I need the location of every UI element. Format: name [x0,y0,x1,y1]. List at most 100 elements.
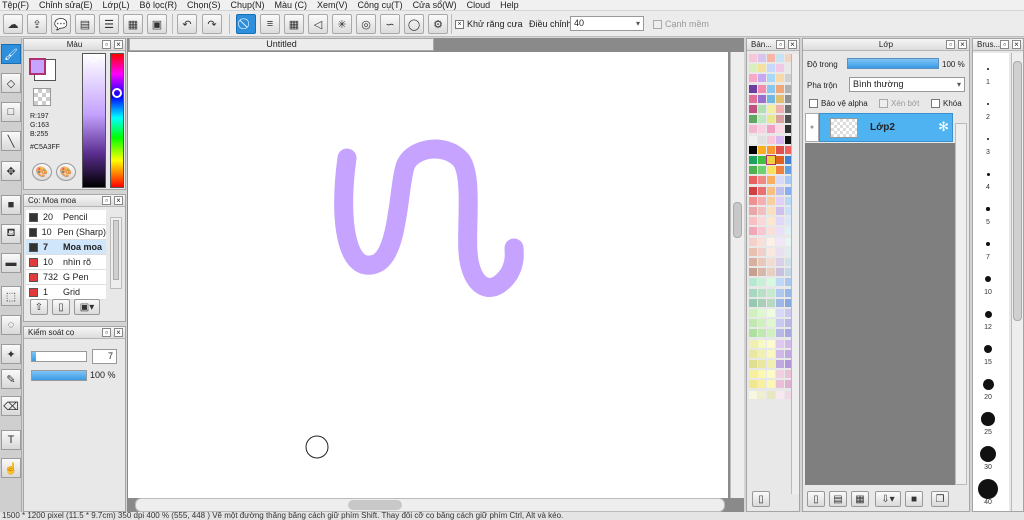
palette-swatch[interactable] [776,145,784,154]
brush-size-dot[interactable] [983,344,993,354]
palette-swatch[interactable] [749,64,757,73]
new-raster-layer-icon[interactable]: ▤ [829,491,847,507]
palette-swatch[interactable] [767,329,775,338]
adjust-dropdown[interactable]: 40 [570,16,644,31]
palette-swatch[interactable] [758,156,766,164]
palette-swatch[interactable] [758,298,766,307]
snap-cross-icon[interactable]: ▦ [284,14,304,34]
palette-swatch[interactable] [767,247,775,256]
palette-swatch[interactable] [767,84,775,93]
layer-visibility-icon[interactable]: ● [805,113,819,142]
palette-swatch[interactable] [767,380,775,389]
menu-item[interactable]: Lớp(L) [103,0,130,10]
palette-swatch[interactable] [749,196,757,205]
palette-swatch[interactable] [776,156,784,164]
palette-swatch[interactable] [749,258,757,266]
list-icon[interactable]: ☰ [99,14,119,34]
palette-swatch[interactable] [749,186,757,195]
palette-swatch[interactable] [749,145,757,154]
panel-close-icon[interactable]: × [114,196,123,205]
brush-size-dot[interactable] [986,137,990,141]
palette-swatch[interactable] [749,247,757,256]
palette-swatch[interactable] [758,145,766,154]
palette-swatch[interactable] [758,360,766,368]
palette-swatch[interactable] [776,94,784,103]
layer-add-menu-icon[interactable]: ⇩▾ [875,491,901,507]
lasso-tool-icon[interactable]: ◌ [1,315,21,335]
palette-swatch[interactable] [767,309,775,317]
palette-swatch[interactable] [767,339,775,348]
soft-edge-toggle[interactable]: Cạnh mềm [653,19,709,29]
palette-swatch[interactable] [749,319,757,328]
palette-swatch[interactable] [749,105,757,113]
palette-swatch[interactable] [749,329,757,338]
palette-swatch[interactable] [758,227,766,236]
palette-swatch[interactable] [767,196,775,205]
palette-swatch[interactable] [767,176,775,185]
panel-close-icon[interactable]: × [114,328,123,337]
add-brush-icon[interactable]: ⇧ [30,299,48,315]
sv-picker-icon[interactable] [89,54,97,62]
new-brush-icon[interactable]: ▯ [52,299,70,315]
palette-swatch[interactable] [749,94,757,103]
palette-swatch[interactable] [749,176,757,185]
brush-size-dot[interactable] [984,310,992,318]
canvas-horizontal-scrollbar[interactable] [135,498,725,512]
palette-swatch[interactable] [749,278,757,287]
menu-item[interactable]: Chụp(N) [231,0,265,10]
palette-swatch[interactable] [758,349,766,358]
menu-item[interactable]: Tệp(F) [2,0,29,10]
brush-size-scrollbar[interactable] [1011,53,1023,511]
palette-swatch[interactable] [758,105,766,113]
transparent-color-icon[interactable] [33,88,51,106]
palette-swatch[interactable] [749,217,757,226]
palette-swatch[interactable] [758,166,766,175]
color-wheel-icon[interactable]: 🎨 [32,163,52,181]
panel-float-icon[interactable]: ▫ [102,196,111,205]
palette-swatch[interactable] [776,105,784,113]
layer-opacity-slider[interactable] [847,58,939,69]
menu-item[interactable]: Màu (C) [275,0,308,10]
brush-size-value[interactable]: 7 [92,349,117,364]
new-folder-icon[interactable]: ■ [905,491,923,507]
palette-swatch[interactable] [776,176,784,185]
palette-swatch[interactable] [767,64,775,73]
palette-swatch[interactable] [776,258,784,266]
panel-float-icon[interactable]: ▫ [102,328,111,337]
select-tool-icon[interactable]: ⬚ [1,286,21,306]
palette-swatch[interactable] [776,268,784,277]
chat-icon[interactable]: 💬 [51,14,71,34]
menu-item[interactable]: Công cụ(T) [358,0,403,10]
palette-swatch[interactable] [758,237,766,246]
palette-swatch[interactable] [749,237,757,246]
palette-swatch[interactable] [767,237,775,246]
export-icon[interactable]: ⇪ [27,14,47,34]
palette-swatch[interactable] [758,135,766,144]
snap-vanish-icon[interactable]: ◁ [308,14,328,34]
new-layer-icon[interactable]: ▯ [807,491,825,507]
palette-swatch[interactable] [758,329,766,338]
brush-item[interactable]: 10 nhìn rõ [26,255,106,270]
snap-curve-icon[interactable]: ∽ [380,14,400,34]
panel-float-icon[interactable]: ▫ [1000,40,1009,49]
drawing-canvas[interactable] [128,52,728,498]
palette-edit-icon[interactable]: 🎨 [56,163,76,181]
palette-swatch[interactable] [776,115,784,124]
palette-swatch[interactable] [776,217,784,226]
snap-off-icon[interactable]: ⃠ [236,14,256,34]
palette-swatch[interactable] [749,207,757,215]
palette-swatch[interactable] [767,166,775,175]
palette-swatch[interactable] [749,288,757,297]
panel-float-icon[interactable]: ▫ [102,40,111,49]
palette-swatch[interactable] [767,278,775,287]
brush-item[interactable]: 7 Moa moa [26,240,106,255]
palette-swatch[interactable] [767,186,775,195]
palette-swatch[interactable] [758,196,766,205]
panel-float-icon[interactable]: ▫ [776,40,785,49]
palette-swatch[interactable] [758,380,766,389]
window-icon[interactable]: ▣ [147,14,167,34]
palette-swatch[interactable] [767,217,775,226]
palette-swatch[interactable] [776,278,784,287]
brush-item[interactable]: 20 Pencil [26,210,106,225]
palette-swatch[interactable] [758,186,766,195]
